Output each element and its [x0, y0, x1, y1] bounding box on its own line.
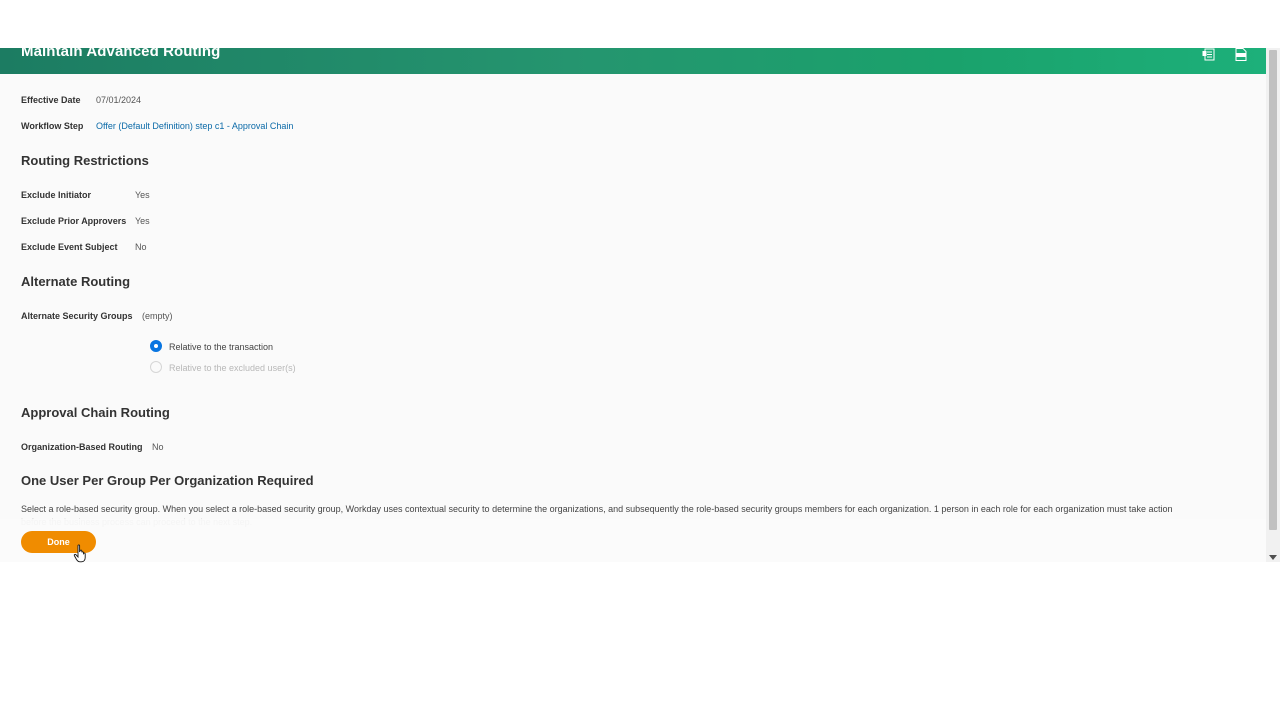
hand-cursor-icon: [73, 544, 86, 563]
organization-based-routing-value: No: [152, 442, 164, 452]
exclude-initiator-value: Yes: [135, 190, 150, 200]
alternate-security-groups-label: Alternate Security Groups: [21, 311, 133, 321]
exclude-event-subject-value: No: [135, 242, 147, 252]
routing-page: Maintain Advanced Routing Effective Date…: [0, 48, 1266, 562]
radio-relative-to-excluded-users[interactable]: [150, 361, 162, 373]
organization-based-routing-label: Organization-Based Routing: [21, 442, 143, 452]
scroll-down-arrow-icon[interactable]: [1269, 555, 1277, 560]
workflow-step-label: Workflow Step: [21, 121, 84, 131]
vertical-scrollbar[interactable]: [1266, 48, 1280, 562]
excel-export-icon[interactable]: [1202, 48, 1216, 61]
radio-label-relative-to-transaction: Relative to the transaction: [169, 342, 274, 352]
workflow-step-link[interactable]: Offer (Default Definition) step c1 - App…: [96, 121, 293, 131]
radio-label-relative-to-excluded-users: Relative to the excluded user(s): [169, 363, 296, 373]
routing-restrictions-heading: Routing Restrictions: [21, 153, 149, 168]
pdf-export-icon[interactable]: [1234, 48, 1248, 61]
effective-date-label: Effective Date: [21, 95, 81, 105]
one-user-per-group-heading: One User Per Group Per Organization Requ…: [21, 473, 314, 488]
effective-date-value: 07/01/2024: [96, 95, 142, 105]
scrollbar-thumb[interactable]: [1269, 50, 1277, 530]
description-line-1: Select a role-based security group. When…: [21, 504, 1173, 514]
approval-chain-routing-heading: Approval Chain Routing: [21, 405, 170, 420]
exclude-prior-approvers-value: Yes: [135, 216, 150, 226]
exclude-prior-approvers-label: Exclude Prior Approvers: [21, 216, 127, 226]
page-header: Maintain Advanced Routing: [0, 48, 1266, 74]
alternate-security-groups-value: (empty): [142, 311, 173, 321]
exclude-initiator-label: Exclude Initiator: [21, 190, 92, 200]
exclude-event-subject-label: Exclude Event Subject: [21, 242, 118, 252]
page-title: Maintain Advanced Routing: [21, 48, 221, 60]
alternate-routing-heading: Alternate Routing: [21, 274, 131, 289]
footer-bar: [0, 519, 1266, 562]
radio-relative-to-transaction[interactable]: [150, 340, 162, 352]
